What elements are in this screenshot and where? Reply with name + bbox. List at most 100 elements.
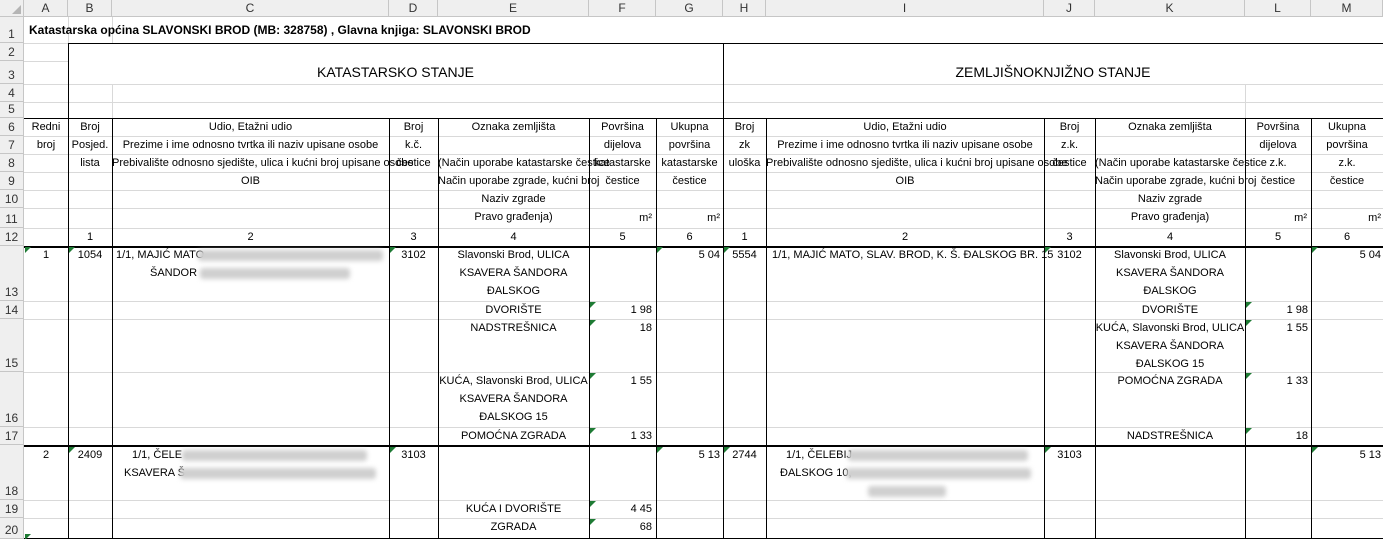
- number-as-text-indicator[interactable]: [69, 247, 75, 253]
- colnum-j[interactable]: 3: [1044, 228, 1095, 246]
- r1-part-4-area[interactable]: 1 33: [589, 427, 652, 445]
- section-katastarsko-stanje[interactable]: KATASTARSKO STANJE: [68, 63, 723, 81]
- hdr-pravo-gradenja-zk[interactable]: Pravo građenja): [1095, 208, 1245, 226]
- row-header-3[interactable]: 3: [0, 61, 24, 84]
- hdr-nacin-kc-zk[interactable]: (Način uporabe katastarske čestice: [1095, 154, 1267, 172]
- number-as-text-indicator[interactable]: [1246, 373, 1252, 379]
- sheet-title[interactable]: Katastarska općina SLAVONSKI BROD (MB: 3…: [29, 21, 531, 39]
- r1-owner-zk[interactable]: 1/1, MAJIĆ MATO, SLAV. BROD, K. Š. ĐALSK…: [772, 246, 1053, 264]
- row-header-10[interactable]: 10: [0, 190, 24, 208]
- colnum-c[interactable]: 2: [112, 228, 389, 246]
- number-as-text-indicator[interactable]: [1246, 320, 1252, 326]
- r1-oznaka-zk-1[interactable]: Slavonski Brod, ULICA: [1095, 246, 1245, 264]
- row-header-19[interactable]: 19: [0, 500, 24, 518]
- row-header-15[interactable]: 15: [0, 319, 24, 372]
- col-header-g[interactable]: G: [656, 0, 723, 17]
- hdr-kc[interactable]: k.č.: [389, 136, 438, 154]
- hdr-zk-l[interactable]: z.k.: [1245, 154, 1311, 172]
- hdr-oznaka[interactable]: Oznaka zemljišta: [438, 118, 589, 136]
- colnum-i[interactable]: 2: [766, 228, 1044, 246]
- r2-ukupna[interactable]: 5 13: [656, 446, 720, 464]
- col-header-c[interactable]: C: [112, 0, 389, 17]
- hdr-cestice[interactable]: čestice: [389, 154, 438, 172]
- r1-zk-part-2-name2[interactable]: KSAVERA ŠANDORA: [1095, 337, 1245, 355]
- r1-oznaka-zk-3[interactable]: ĐALSKOG: [1095, 282, 1245, 300]
- r1-oznaka-2[interactable]: KSAVERA ŠANDORA: [438, 264, 589, 282]
- col-header-j[interactable]: J: [1044, 0, 1095, 17]
- select-all-corner[interactable]: [0, 0, 24, 17]
- row-header-11[interactable]: 11: [0, 208, 24, 228]
- hdr-udio-zk[interactable]: Udio, Etažni udio: [766, 118, 1044, 136]
- r1-part-3-name3[interactable]: ĐALSKOG 15: [438, 408, 589, 426]
- hdr-nacin-zgrade-zk[interactable]: Način uporabe zgrade, kućni broj: [1095, 172, 1256, 190]
- r2-part-2-area[interactable]: 68: [589, 518, 652, 536]
- row-header-20[interactable]: 20: [0, 518, 24, 539]
- number-as-text-indicator[interactable]: [25, 534, 31, 539]
- section-zemljisnoknjizno-stanje[interactable]: ZEMLJIŠNOKNJIŽNO STANJE: [723, 63, 1383, 81]
- r1-zk-part-3-area[interactable]: 1 33: [1245, 372, 1308, 390]
- r2-part-2-name[interactable]: ZGRADA: [438, 518, 589, 536]
- col-header-l[interactable]: L: [1245, 0, 1311, 17]
- hdr-nacin-kc[interactable]: (Način uporabe katastarske čestice: [438, 154, 610, 172]
- number-as-text-indicator[interactable]: [657, 447, 663, 453]
- hdr-broj[interactable]: Broj: [68, 118, 112, 136]
- hdr-prebivaliste[interactable]: Prebivalište odnosno sjedište, ulica i k…: [112, 154, 413, 172]
- hdr-pravo-gradenja[interactable]: Pravo građenja): [438, 208, 589, 226]
- hdr-posjed[interactable]: Posjed.: [68, 136, 112, 154]
- hdr-broj-kc[interactable]: Broj: [389, 118, 438, 136]
- colnum-h[interactable]: 1: [723, 228, 766, 246]
- row-header-13[interactable]: 13: [0, 246, 24, 301]
- row-header-7[interactable]: 7: [0, 136, 24, 154]
- hdr-povrsina-zk[interactable]: Površina: [1245, 118, 1311, 136]
- hdr-zkc[interactable]: z.k.: [1044, 136, 1095, 154]
- row-header-16[interactable]: 16: [0, 372, 24, 427]
- hdr-ukupna-povrsina[interactable]: površina: [656, 136, 723, 154]
- row-header-6[interactable]: 6: [0, 118, 24, 136]
- r2-owner-line1[interactable]: 1/1, ČELE: [132, 446, 182, 464]
- colnum-b[interactable]: 1: [68, 228, 112, 246]
- hdr-prebivaliste-zk[interactable]: Prebivalište odnosno sjedište, ulica i k…: [766, 154, 1067, 172]
- r1-kc[interactable]: 3102: [389, 246, 438, 264]
- hdr-ukupna-zk[interactable]: Ukupna: [1311, 118, 1383, 136]
- number-as-text-indicator[interactable]: [1246, 428, 1252, 434]
- r1-zk-part-4-name[interactable]: NADSTREŠNICA: [1095, 427, 1245, 445]
- hdr-dijelova[interactable]: dijelova: [589, 136, 656, 154]
- number-as-text-indicator[interactable]: [724, 247, 730, 253]
- r1-part-4-name[interactable]: POMOĆNA ZGRADA: [438, 427, 589, 445]
- r2-owner-zk-line2[interactable]: ĐALSKOG 10,: [780, 464, 852, 482]
- number-as-text-indicator[interactable]: [657, 247, 663, 253]
- r2-ukupna-zk[interactable]: 5 13: [1311, 446, 1381, 464]
- col-header-b[interactable]: B: [68, 0, 112, 17]
- hdr-cestice-l[interactable]: čestice: [1245, 172, 1311, 190]
- col-header-f[interactable]: F: [589, 0, 656, 17]
- col-header-e[interactable]: E: [438, 0, 589, 17]
- col-header-h[interactable]: H: [723, 0, 766, 17]
- colnum-m[interactable]: 6: [1311, 228, 1383, 246]
- r1-zk-part-3-name[interactable]: POMOĆNA ZGRADA: [1095, 372, 1245, 390]
- hdr-nacin-zgrade[interactable]: Način uporabe zgrade, kućni broj: [438, 172, 599, 190]
- r2-part-1-area[interactable]: 4 45: [589, 500, 652, 518]
- colnum-e[interactable]: 4: [438, 228, 589, 246]
- r1-owner-line2[interactable]: ŠANDOR: [150, 264, 197, 282]
- r1-part-2-name[interactable]: NADSTREŠNICA: [438, 319, 589, 337]
- r1-zk-part-2-name[interactable]: KUĆA, Slavonski Brod, ULICA: [1095, 319, 1245, 337]
- hdr-dijelova-zk[interactable]: dijelova: [1245, 136, 1311, 154]
- hdr-oib[interactable]: OIB: [112, 172, 389, 190]
- col-header-a[interactable]: A: [24, 0, 68, 17]
- r1-part-3-name[interactable]: KUĆA, Slavonski Brod, ULICA: [438, 372, 589, 390]
- colnum-l[interactable]: 5: [1245, 228, 1311, 246]
- hdr-redni[interactable]: Redni: [24, 118, 68, 136]
- r1-zkc[interactable]: 3102: [1044, 246, 1095, 264]
- hdr-cestice-zkc[interactable]: čestice: [1044, 154, 1095, 172]
- hdr-m2-g[interactable]: m²: [656, 209, 720, 227]
- r2-owner-zk-line1[interactable]: 1/1, ČELEBIJ: [786, 446, 852, 464]
- colnum-g[interactable]: 6: [656, 228, 723, 246]
- r1-zk-part-1-area[interactable]: 1 98: [1245, 301, 1308, 319]
- colnum-d[interactable]: 3: [389, 228, 438, 246]
- r1-zk-part-2-area[interactable]: 1 55: [1245, 319, 1308, 337]
- row-header-17[interactable]: 17: [0, 427, 24, 445]
- col-header-k[interactable]: K: [1095, 0, 1245, 17]
- r1-zk-part-2-name3[interactable]: ĐALSKOG 15: [1095, 355, 1245, 373]
- r2-part-1-name[interactable]: KUĆA I DVORIŠTE: [438, 500, 589, 518]
- hdr-zk-m[interactable]: z.k.: [1311, 154, 1383, 172]
